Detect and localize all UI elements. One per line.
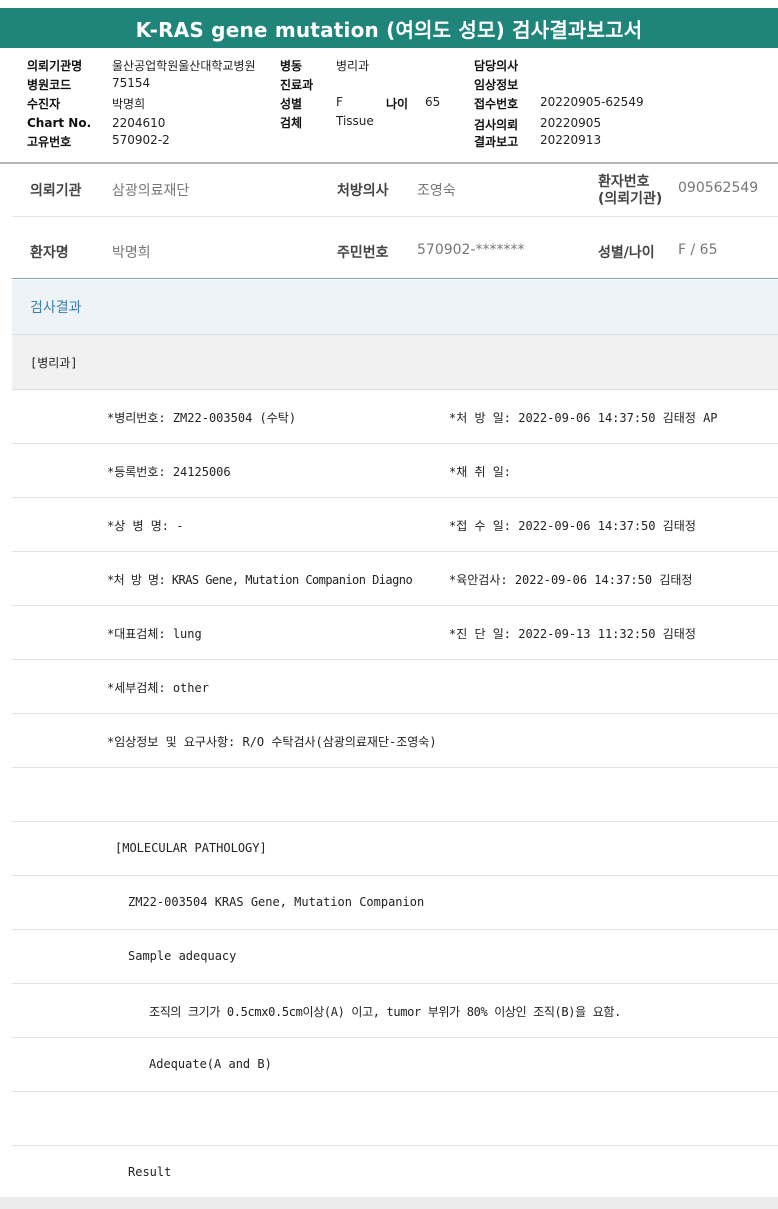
header-value-chart-no: 2204610: [112, 116, 166, 130]
row-left: Adequate(A and B): [149, 1057, 272, 1071]
info-label-doctor: 처방의사: [337, 183, 389, 199]
row-left: [MOLECULAR PATHOLOGY]: [115, 841, 267, 855]
result-row: ZM22-003504 KRAS Gene, Mutation Companio…: [12, 876, 778, 930]
header-label-sex: 성별: [280, 97, 303, 111]
header-value-patient: 박명희: [112, 97, 146, 111]
row-left: *세부검체: other: [107, 681, 209, 695]
info-row-divider: [12, 216, 778, 217]
info-label-rrn: 주민번호: [337, 245, 389, 261]
header-label-specimen: 검체: [280, 116, 303, 130]
info-value-sex-age: F / 65: [678, 242, 718, 258]
info-value-rrn: 570902-*******: [417, 242, 525, 258]
row-left: *등록번호: 24125006: [107, 465, 231, 479]
header-value-receipt-no: 20220905-62549: [540, 95, 644, 109]
info-label-patient-no-sub: (의뢰기관): [598, 191, 663, 207]
department-label: [병리과]: [30, 355, 78, 370]
header-label-unique-no: 고유번호: [27, 135, 72, 149]
result-row: Sample adequacy: [12, 930, 778, 984]
result-row: [MOLECULAR PATHOLOGY]: [12, 822, 778, 876]
scroll-edge: [0, 1197, 778, 1209]
row-left: Result: [128, 1165, 172, 1179]
result-rows: *병리번호: ZM22-003504 (수탁) *처 방 일: 2022-09-…: [12, 390, 778, 1200]
row-left: *병리번호: ZM22-003504 (수탁): [107, 411, 297, 425]
row-right: *접 수 일: 2022-09-06 14:37:50 김태정: [449, 519, 696, 533]
info-value-institution: 삼광의료재단: [112, 183, 190, 199]
result-row: *병리번호: ZM22-003504 (수탁) *처 방 일: 2022-09-…: [12, 390, 778, 444]
patient-info-panel: 의뢰기관 삼광의료재단 처방의사 조영숙 환자번호 (의뢰기관) 0905625…: [0, 164, 778, 280]
row-left: *상 병 명: -: [107, 519, 184, 533]
info-value-patient-no: 090562549: [678, 180, 759, 196]
header-value-sex: F: [336, 95, 343, 109]
result-row: *상 병 명: - *접 수 일: 2022-09-06 14:37:50 김태…: [12, 498, 778, 552]
report-title: K-RAS gene mutation (여의도 성모) 검사결과보고서: [0, 8, 778, 48]
header-value-report-date: 20220913: [540, 133, 602, 147]
header-label-physician: 담당의사: [474, 59, 519, 73]
header-label-age: 나이: [386, 97, 409, 111]
info-label-sex-age: 성별/나이: [598, 245, 655, 261]
report-header: 의뢰기관명 울산공업학원울산대학교병원 병원코드 75154 수진자 박명희 C…: [0, 54, 778, 154]
result-row: [12, 768, 778, 822]
result-row: *등록번호: 24125006 *채 취 일:: [12, 444, 778, 498]
result-row: *임상정보 및 요구사항: R/O 수탁검사(삼광의료재단-조영숙): [12, 714, 778, 768]
header-label-chart-no: Chart No.: [27, 116, 92, 130]
header-value-age: 65: [425, 95, 441, 109]
row-left: Sample adequacy: [128, 949, 237, 963]
row-left: *임상정보 및 요구사항: R/O 수탁검사(삼광의료재단-조영숙): [107, 735, 437, 749]
info-bottom-divider: [12, 278, 778, 279]
header-value-institution: 울산공업학원울산대학교병원: [112, 59, 256, 73]
result-row: [12, 1092, 778, 1146]
header-value-unique-no: 570902-2: [112, 133, 170, 147]
header-value-ward: 병리과: [336, 59, 370, 73]
row-right: *처 방 일: 2022-09-06 14:37:50 김태정 AP: [449, 411, 718, 425]
info-value-doctor: 조영숙: [417, 183, 456, 199]
header-label-institution: 의뢰기관명: [27, 59, 83, 73]
row-left: 조직의 크기가 0.5cmx0.5cm이상(A) 이고, tumor 부위가 8…: [149, 1005, 621, 1019]
row-left: *대표검체: lung: [107, 627, 202, 641]
row-left: *처 방 명: KRAS Gene, Mutation Companion Di…: [107, 573, 413, 587]
header-label-clinical-info: 임상정보: [474, 78, 519, 92]
header-label-report-date: 결과보고: [474, 135, 519, 149]
results-title: 검사결과: [30, 300, 82, 316]
result-row: *대표검체: lung *진 단 일: 2022-09-13 11:32:50 …: [12, 606, 778, 660]
header-label-receipt-no: 접수번호: [474, 97, 519, 111]
info-value-name: 박명희: [112, 245, 151, 261]
header-label-department: 진료과: [280, 78, 314, 92]
row-right: *채 취 일:: [449, 465, 512, 479]
header-value-request-date: 20220905: [540, 116, 602, 130]
header-value-specimen: Tissue: [336, 114, 374, 128]
result-row: Result: [12, 1146, 778, 1200]
row-right: *육안검사: 2022-09-06 14:37:50 김태정: [449, 573, 693, 587]
info-label-institution: 의뢰기관: [30, 183, 82, 199]
result-row: Adequate(A and B): [12, 1038, 778, 1092]
header-value-hospital-code: 75154: [112, 76, 151, 90]
header-label-hospital-code: 병원코드: [27, 78, 72, 92]
result-row: *처 방 명: KRAS Gene, Mutation Companion Di…: [12, 552, 778, 606]
header-label-request-date: 검사의뢰: [474, 118, 519, 132]
info-label-name: 환자명: [30, 245, 69, 261]
results-department: [병리과]: [12, 335, 778, 390]
row-left: ZM22-003504 KRAS Gene, Mutation Companio…: [128, 895, 425, 909]
header-label-patient: 수진자: [27, 97, 61, 111]
result-row: *세부검체: other: [12, 660, 778, 714]
results-header: 검사결과: [12, 280, 778, 335]
header-label-ward: 병동: [280, 59, 303, 73]
result-row: 조직의 크기가 0.5cmx0.5cm이상(A) 이고, tumor 부위가 8…: [12, 984, 778, 1038]
row-right: *진 단 일: 2022-09-13 11:32:50 김태정: [449, 627, 696, 641]
